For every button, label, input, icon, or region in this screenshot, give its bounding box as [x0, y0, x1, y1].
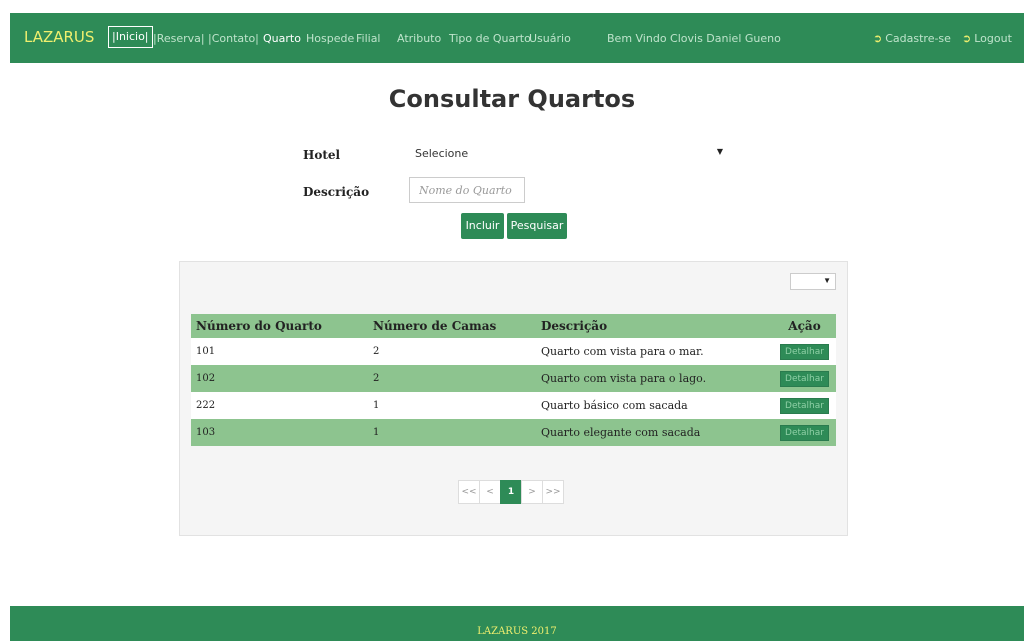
- descricao-label: Descrição: [303, 185, 370, 199]
- nav-link-contato[interactable]: |Contato|: [208, 32, 259, 45]
- header-numero-camas[interactable]: Número de Camas: [368, 314, 536, 338]
- nav-link-usuario[interactable]: Usuário: [529, 32, 571, 45]
- descricao-input[interactable]: [410, 178, 524, 202]
- cell-numero: 101: [191, 338, 368, 365]
- hotel-select-value: Selecione: [415, 147, 469, 160]
- nav-link-tipo-de-quarto[interactable]: Tipo de Quarto: [449, 32, 531, 45]
- pagination-page-button[interactable]: 1: [500, 480, 522, 504]
- table-row: 222 1 Quarto básico com sacada Detalhar: [191, 392, 836, 419]
- nav-link-atributo[interactable]: Atributo: [397, 32, 441, 45]
- nav-link-inicio[interactable]: |Inicio|: [108, 26, 153, 48]
- header-descricao[interactable]: Descrição: [536, 314, 773, 338]
- quartos-table: Número do Quarto Número de Camas Descriç…: [191, 314, 836, 446]
- top-navbar: LAZARUS |Inicio| |Reserva| |Contato| Qua…: [10, 13, 1024, 63]
- cell-descricao: Quarto com vista para o mar.: [536, 338, 773, 365]
- detalhar-button[interactable]: Detalhar: [780, 397, 829, 414]
- cell-descricao: Quarto com vista para o lago.: [536, 365, 773, 392]
- nav-link-filial[interactable]: Filial: [356, 32, 381, 45]
- table-header-row: Número do Quarto Número de Camas Descriç…: [191, 314, 836, 338]
- hotel-select[interactable]: Selecione ▼: [415, 147, 725, 165]
- header-numero-quarto[interactable]: Número do Quarto: [191, 314, 368, 338]
- logout-link[interactable]: ➲ Logout: [962, 32, 1012, 45]
- nav-link-quarto[interactable]: Quarto: [263, 32, 301, 45]
- pesquisar-button[interactable]: Pesquisar: [507, 213, 567, 239]
- cell-camas: 2: [368, 365, 536, 392]
- pagination-next-button[interactable]: >: [521, 480, 543, 504]
- nav-link-hospede[interactable]: Hospede: [306, 32, 354, 45]
- table-row: 103 1 Quarto elegante com sacada Detalha…: [191, 419, 836, 446]
- footer: LAZARUS 2017: [10, 606, 1024, 641]
- signup-link[interactable]: ➲ Cadastre-se: [873, 32, 951, 45]
- incluir-button[interactable]: Incluir: [461, 213, 504, 239]
- detalhar-button[interactable]: Detalhar: [780, 424, 829, 441]
- hotel-label: Hotel: [303, 148, 341, 162]
- welcome-message: Bem Vindo Clovis Daniel Gueno: [607, 32, 781, 45]
- nav-link-reserva[interactable]: |Reserva|: [153, 32, 205, 45]
- descricao-input-wrapper: [409, 177, 525, 203]
- detalhar-button[interactable]: Detalhar: [780, 343, 829, 360]
- cell-numero: 103: [191, 419, 368, 446]
- cell-camas: 1: [368, 419, 536, 446]
- cell-camas: 2: [368, 338, 536, 365]
- footer-text: LAZARUS 2017: [477, 626, 557, 637]
- page-title: Consultar Quartos: [388, 85, 636, 113]
- pagination: << < 1 > >>: [458, 480, 564, 504]
- table-row: 101 2 Quarto com vista para o mar. Detal…: [191, 338, 836, 365]
- sign-in-icon: ➲: [873, 32, 883, 45]
- cell-numero: 102: [191, 365, 368, 392]
- cell-numero: 222: [191, 392, 368, 419]
- logout-label: Logout: [974, 32, 1012, 45]
- pagination-last-button[interactable]: >>: [542, 480, 564, 504]
- sign-in-icon: ➲: [962, 32, 972, 45]
- page-size-select[interactable]: ▼: [790, 273, 836, 290]
- cell-descricao: Quarto elegante com sacada: [536, 419, 773, 446]
- cell-camas: 1: [368, 392, 536, 419]
- detalhar-button[interactable]: Detalhar: [780, 370, 829, 387]
- header-acao: Ação: [773, 314, 836, 338]
- table-row: 102 2 Quarto com vista para o lago. Deta…: [191, 365, 836, 392]
- dropdown-caret-icon: ▼: [716, 147, 723, 156]
- dropdown-caret-icon: ▼: [823, 276, 831, 285]
- cell-descricao: Quarto básico com sacada: [536, 392, 773, 419]
- brand-logo[interactable]: LAZARUS: [24, 28, 94, 46]
- pagination-prev-button[interactable]: <: [479, 480, 501, 504]
- signup-label: Cadastre-se: [885, 32, 951, 45]
- pagination-first-button[interactable]: <<: [458, 480, 480, 504]
